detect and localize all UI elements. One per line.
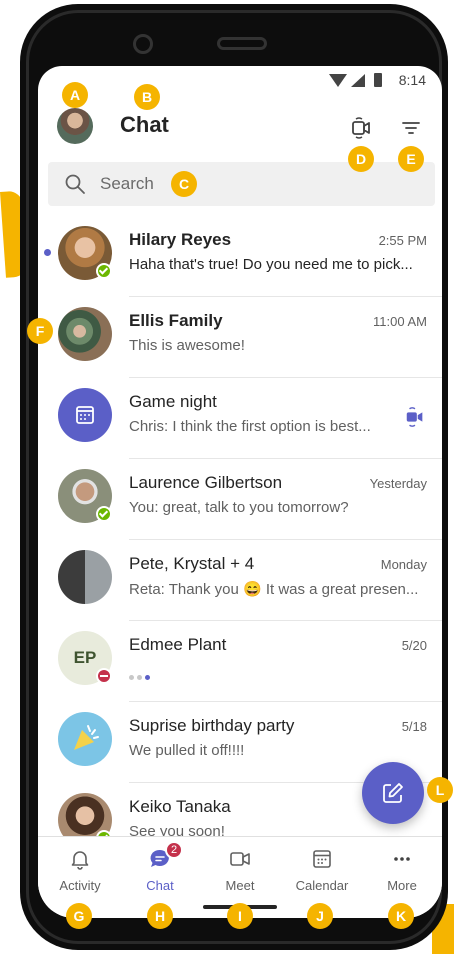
nav-chat[interactable]: 2 Chat (120, 837, 200, 897)
avatar (58, 712, 112, 766)
chat-name: Laurence Gilbertson (129, 473, 283, 492)
chat-time: Yesterday (369, 476, 427, 491)
callout-e: E (398, 146, 424, 172)
typing-indicator (129, 667, 153, 685)
chat-preview-prefix: Reta: Thank you (129, 581, 239, 598)
nav-label: Calendar (295, 878, 349, 893)
filter-icon (402, 122, 420, 134)
nav-label: More (387, 878, 417, 893)
more-icon (394, 857, 410, 861)
chat-row-hilary-reyes[interactable]: Hilary Reyes Haha that's true! Do you ne… (38, 216, 442, 297)
wifi-icon (329, 74, 347, 87)
search-input[interactable] (100, 162, 300, 206)
party-icon (74, 725, 99, 750)
status-time: 8:14 (398, 72, 426, 88)
chat-time: 5/18 (401, 719, 427, 734)
chat-row-edmee-plant[interactable]: EP Edmee Plant 5/20 (38, 621, 442, 702)
presence-available-icon (96, 263, 112, 279)
nav-calendar[interactable]: Calendar (282, 837, 362, 897)
earpiece-speaker (217, 37, 267, 50)
callout-l: L (427, 777, 453, 803)
chat-row-laurence-gilbertson[interactable]: Laurence Gilbertson You: great, talk to … (38, 459, 442, 540)
video-icon[interactable] (404, 406, 426, 428)
chat-row-game-night[interactable]: Game night Chris: I think the first opti… (38, 378, 442, 459)
unread-count-badge: 2 (165, 841, 183, 859)
meet-now-button[interactable] (349, 116, 373, 140)
callout-d: D (348, 146, 374, 172)
nav-label: Activity (59, 878, 101, 893)
chat-name: Pete, Krystal + 4 (129, 554, 255, 573)
chat-time: Monday (380, 557, 427, 572)
status-bar: 8:14 (38, 66, 442, 96)
video-icon (230, 852, 250, 866)
chat-preview: Chris: I think the first option is best.… (129, 418, 371, 435)
chat-name: Ellis Family (129, 311, 223, 330)
chat-preview: This is awesome! (129, 337, 245, 354)
chat-preview: Reta: Thank you 😄 It was a great presen.… (129, 580, 429, 598)
chat-name: Edmee Plant (129, 635, 227, 654)
unread-indicator (44, 249, 51, 256)
group-avatar (58, 550, 112, 604)
chat-time: 2:55 PM (378, 233, 427, 248)
chat-name: Game night (129, 392, 217, 411)
callout-i: I (227, 903, 253, 929)
callout-f: F (27, 318, 53, 344)
callout-g: G (66, 903, 92, 929)
chat-name: Hilary Reyes (129, 230, 232, 249)
new-chat-button[interactable] (362, 762, 424, 824)
chat-name: Suprise birthday party (129, 716, 295, 735)
cellular-signal-icon (351, 74, 365, 87)
chat-row-pete-krystal[interactable]: Pete, Krystal + 4 Reta: Thank you 😄 It w… (38, 540, 442, 621)
page-title: Chat (120, 112, 169, 137)
callout-h: H (147, 903, 173, 929)
callout-c: C (171, 171, 197, 197)
battery-icon (374, 73, 382, 87)
calendar-icon (76, 406, 94, 424)
search-icon (65, 174, 85, 194)
presence-available-icon (96, 506, 112, 522)
chat-time: 11:00 AM (373, 314, 427, 329)
nav-meet[interactable]: Meet (200, 837, 280, 897)
callout-b: B (134, 84, 160, 110)
presence-dnd-icon (96, 668, 112, 684)
front-camera (133, 34, 153, 54)
avatar (58, 307, 112, 361)
callout-a: A (62, 82, 88, 108)
callout-j: J (307, 903, 333, 929)
video-call-icon (352, 117, 370, 139)
nav-label: Chat (146, 878, 174, 893)
chat-name: Keiko Tanaka (129, 797, 231, 816)
callout-k: K (388, 903, 414, 929)
nav-label: Meet (225, 878, 255, 893)
chat-preview: We pulled it off!!!! (129, 742, 245, 759)
search-bar[interactable] (48, 162, 435, 206)
profile-avatar[interactable] (57, 108, 93, 144)
avatar (58, 388, 112, 442)
chat-row-ellis-family[interactable]: Ellis Family This is awesome! 11:00 AM (38, 297, 442, 378)
chat-preview: You: great, talk to you tomorrow? (129, 499, 349, 516)
app-screen: 8:14 Chat Search Hilary Reyes Haha that'… (38, 66, 442, 918)
bell-icon (71, 851, 89, 870)
chat-preview-suffix: It was a great presen... (265, 581, 419, 598)
nav-more[interactable]: More (362, 837, 442, 897)
nav-activity[interactable]: Activity (40, 837, 120, 897)
compose-icon (383, 783, 403, 803)
chat-preview: Haha that's true! Do you need me to pick… (129, 256, 413, 273)
chat-time: 5/20 (401, 638, 427, 653)
grin-emoji-icon: 😄 (242, 581, 262, 598)
filter-button[interactable] (399, 116, 423, 140)
calendar-icon (313, 850, 331, 868)
